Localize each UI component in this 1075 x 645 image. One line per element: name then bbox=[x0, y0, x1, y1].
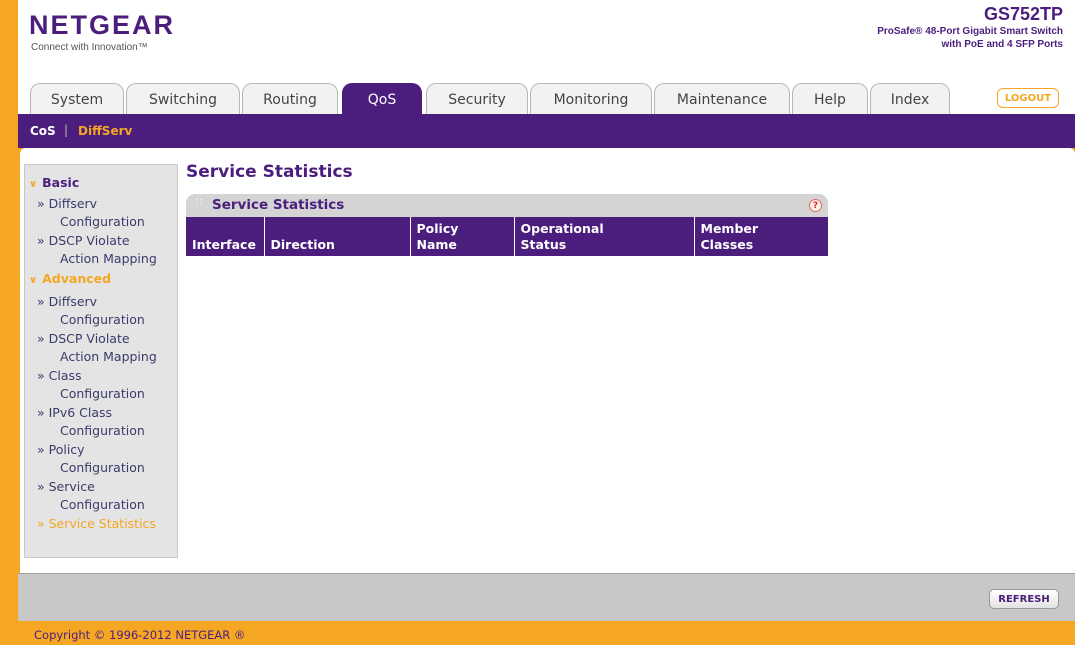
tab-system[interactable]: System bbox=[30, 83, 124, 115]
tab-index[interactable]: Index bbox=[870, 83, 950, 115]
sub-navigation: CoS | DiffServ bbox=[18, 114, 1075, 148]
tab-maintenance[interactable]: Maintenance bbox=[654, 83, 790, 115]
sidebar-section-basic[interactable]: ∨ Basic bbox=[29, 175, 79, 190]
sidebar-item-basic-dscp-violate-action-mapping[interactable]: » DSCP Violate Action Mapping bbox=[34, 232, 179, 268]
sidebar-item-service-statistics[interactable]: » Service Statistics bbox=[34, 515, 179, 533]
panel-header: ∷ Service Statistics ? bbox=[186, 194, 828, 217]
sidebar-item-service-configuration[interactable]: » Service Configuration bbox=[34, 478, 179, 514]
netgear-logo[interactable]: NETGEAR bbox=[29, 10, 175, 41]
sidebar-item-advanced-diffserv-configuration[interactable]: » Diffserv Configuration bbox=[34, 293, 179, 329]
service-statistics-table: Interface Direction Policy Name Operation… bbox=[186, 217, 828, 256]
sidebar-item-advanced-dscp-violate-action-mapping[interactable]: » DSCP Violate Action Mapping bbox=[34, 330, 179, 366]
tab-monitoring[interactable]: Monitoring bbox=[530, 83, 652, 115]
main-tab-bar: System Switching Routing QoS Security Mo… bbox=[18, 80, 1075, 115]
subnav-cos[interactable]: CoS bbox=[30, 124, 56, 138]
chevron-down-icon: ∨ bbox=[29, 275, 38, 286]
content-area: ∨ Basic » Diffserv Configuration » DSCP V… bbox=[20, 148, 1075, 573]
table-header-row: Interface Direction Policy Name Operation… bbox=[186, 217, 828, 256]
tab-routing[interactable]: Routing bbox=[242, 83, 338, 115]
model-description-1: ProSafe® 48-Port Gigabit Smart Switch bbox=[877, 26, 1063, 37]
logo-tagline: Connect with Innovation™ bbox=[31, 42, 148, 53]
chevron-down-icon: ∨ bbox=[29, 179, 38, 190]
model-description-2: with PoE and 4 SFP Ports bbox=[941, 39, 1063, 50]
sidebar-item-ipv6-class-configuration[interactable]: » IPv6 Class Configuration bbox=[34, 404, 179, 440]
sidebar-item-basic-diffserv-configuration[interactable]: » Diffserv Configuration bbox=[34, 195, 179, 231]
service-statistics-panel: ∷ Service Statistics ? Interface Directi… bbox=[186, 194, 828, 256]
logout-button[interactable]: LOGOUT bbox=[997, 88, 1059, 108]
sidebar: ∨ Basic » Diffserv Configuration » DSCP V… bbox=[24, 164, 178, 558]
sidebar-section-advanced[interactable]: ∨ Advanced bbox=[29, 271, 111, 286]
help-icon[interactable]: ? bbox=[809, 199, 822, 212]
drag-handle-icon: ∷ bbox=[196, 197, 203, 208]
tab-security[interactable]: Security bbox=[426, 83, 528, 115]
subnav-diffserv[interactable]: DiffServ bbox=[78, 124, 132, 138]
model-name: GS752TP bbox=[983, 4, 1063, 24]
refresh-button[interactable]: REFRESH bbox=[989, 589, 1059, 609]
subnav-separator: | bbox=[64, 123, 69, 137]
sidebar-item-class-configuration[interactable]: » Class Configuration bbox=[34, 367, 179, 403]
column-header-direction: Direction bbox=[264, 217, 411, 256]
column-header-policy-name: Policy Name bbox=[410, 217, 515, 256]
column-header-interface: Interface bbox=[186, 217, 265, 256]
footer-bar: REFRESH bbox=[18, 573, 1075, 621]
column-header-operational-status: Operational Status bbox=[514, 217, 695, 256]
sidebar-item-policy-configuration[interactable]: » Policy Configuration bbox=[34, 441, 179, 477]
model-info: GS752TP ProSafe® 48-Port Gigabit Smart S… bbox=[877, 4, 1063, 51]
panel-title: Service Statistics bbox=[212, 197, 345, 213]
tab-switching[interactable]: Switching bbox=[126, 83, 240, 115]
page-title: Service Statistics bbox=[186, 162, 353, 182]
column-header-member-classes: Member Classes bbox=[694, 217, 828, 256]
copyright-text: Copyright © 1996-2012 NETGEAR ® bbox=[34, 628, 246, 642]
tab-qos[interactable]: QoS bbox=[342, 83, 422, 115]
tab-help[interactable]: Help bbox=[792, 83, 868, 115]
header: NETGEAR Connect with Innovation™ GS752TP… bbox=[18, 0, 1075, 80]
